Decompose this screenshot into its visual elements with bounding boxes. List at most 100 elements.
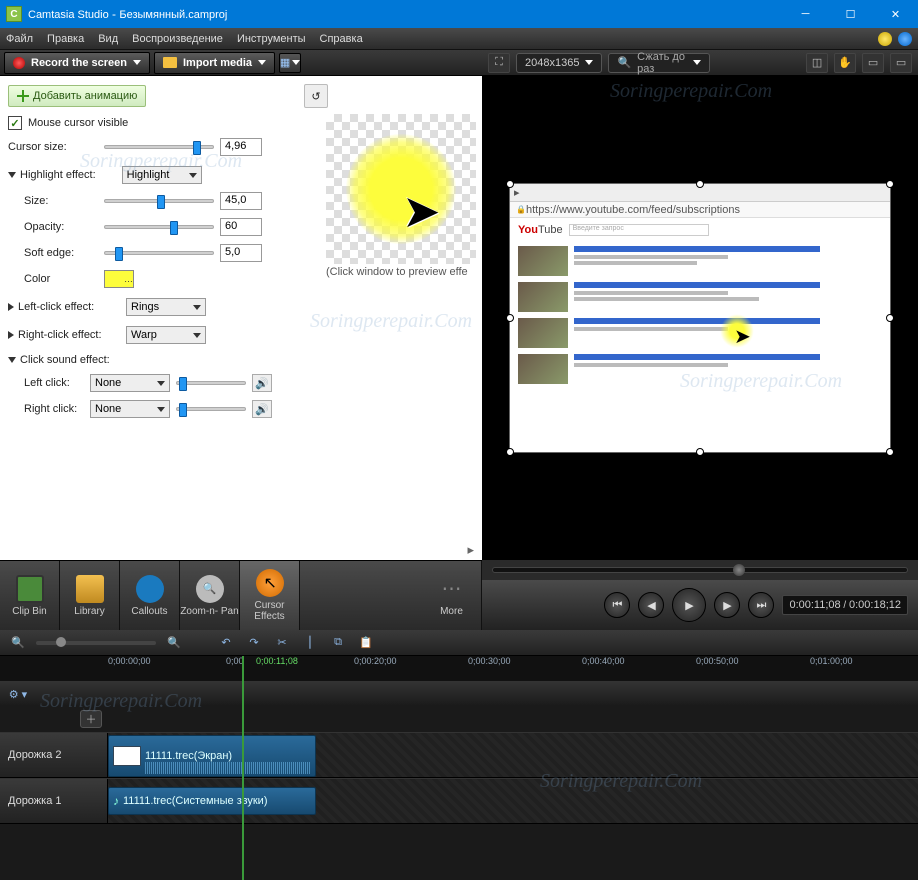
resize-handle[interactable] bbox=[506, 180, 514, 188]
rightclick-volume-slider[interactable] bbox=[176, 407, 246, 411]
leftclick-sound-label: Left click: bbox=[24, 377, 84, 389]
copy-button[interactable]: ⧉ bbox=[328, 634, 348, 652]
view1-icon[interactable]: ▭ bbox=[862, 53, 884, 73]
highlight-effect-dropdown[interactable]: Highlight bbox=[122, 166, 202, 184]
tab-library[interactable]: Library bbox=[60, 561, 120, 630]
paste-button[interactable]: 📋 bbox=[356, 634, 376, 652]
add-track-button[interactable]: ＋ bbox=[80, 710, 102, 728]
chevron-down-icon[interactable] bbox=[8, 357, 16, 363]
record-icon bbox=[13, 57, 25, 69]
gear-button[interactable]: ⚙ ▾ bbox=[8, 685, 28, 703]
youtube-logo: YouTube bbox=[518, 224, 563, 236]
tab-clipbin[interactable]: Clip Bin bbox=[0, 561, 60, 630]
play-button[interactable]: ▶ bbox=[672, 588, 706, 622]
speaker-icon[interactable]: 🔊 bbox=[252, 400, 272, 418]
fullscreen-icon[interactable]: ⛶ bbox=[488, 53, 510, 73]
cursor-size-label: Cursor size: bbox=[8, 141, 98, 153]
speaker-icon[interactable]: 🔊 bbox=[252, 374, 272, 392]
size-slider[interactable] bbox=[104, 199, 214, 203]
next-button[interactable]: ⏭ bbox=[748, 592, 774, 618]
leftclick-effect-dropdown[interactable]: Rings bbox=[126, 298, 206, 316]
list-item bbox=[518, 246, 882, 276]
minimize-button[interactable]: ─ bbox=[783, 0, 828, 28]
menu-file[interactable]: Файл bbox=[6, 33, 33, 45]
video-clip[interactable]: 11111.trec(Экран) bbox=[108, 735, 316, 777]
menu-playback[interactable]: Воспроизведение bbox=[132, 33, 223, 45]
effect-preview[interactable]: ➤ (Click window to preview effe bbox=[326, 114, 476, 278]
color-label: Color bbox=[24, 273, 98, 285]
menu-view[interactable]: Вид bbox=[98, 33, 118, 45]
resize-handle[interactable] bbox=[886, 180, 894, 188]
zoom-out-button[interactable]: 🔍 bbox=[8, 634, 28, 652]
reset-button[interactable]: ↺ bbox=[304, 84, 328, 108]
help-icon[interactable] bbox=[898, 32, 912, 46]
chevron-right-icon[interactable] bbox=[8, 303, 14, 311]
chevron-right-icon[interactable] bbox=[8, 331, 14, 339]
video-canvas[interactable]: ▸ 🔒 https://www.youtube.com/feed/subscri… bbox=[509, 183, 891, 453]
rightclick-sound-dropdown[interactable]: None bbox=[90, 400, 170, 418]
softedge-slider[interactable] bbox=[104, 251, 214, 255]
redo-button[interactable]: ↷ bbox=[244, 634, 264, 652]
menu-tools[interactable]: Инструменты bbox=[237, 33, 306, 45]
cursor-visible-checkbox[interactable]: ✓ bbox=[8, 116, 22, 130]
record-screen-button[interactable]: Record the screen bbox=[4, 52, 150, 74]
video-search-box: Введите запрос bbox=[569, 224, 709, 236]
import-media-button[interactable]: Import media bbox=[154, 52, 275, 74]
softedge-field[interactable]: 5,0 bbox=[220, 244, 262, 262]
shrink-dropdown[interactable]: 🔍Сжать до раз bbox=[608, 53, 710, 73]
resize-handle[interactable] bbox=[506, 314, 514, 322]
cursor-size-field[interactable]: 4,96 bbox=[220, 138, 262, 156]
rightclick-effect-dropdown[interactable]: Warp bbox=[126, 326, 206, 344]
chevron-down-icon[interactable] bbox=[8, 172, 16, 178]
tab-more[interactable]: ⋯More bbox=[422, 561, 482, 630]
step-back-button[interactable]: ◀ bbox=[638, 592, 664, 618]
add-animation-button[interactable]: Добавить анимацию bbox=[8, 85, 146, 107]
cut-button[interactable]: ✂ bbox=[272, 634, 292, 652]
highlight-effect-label: Highlight effect: bbox=[20, 169, 96, 181]
timeline-ruler[interactable]: 0;00:00;00 0;00 0;00:11;08 0;00:20;00 0;… bbox=[0, 656, 918, 682]
track-label[interactable]: Дорожка 2 bbox=[0, 733, 108, 777]
tab-zoom[interactable]: 🔍Zoom-n- Pan bbox=[180, 561, 240, 630]
dimensions-dropdown[interactable]: 2048x1365 bbox=[516, 53, 602, 73]
cursor-size-slider[interactable] bbox=[104, 145, 214, 149]
list-item bbox=[518, 282, 882, 312]
leftclick-volume-slider[interactable] bbox=[176, 381, 246, 385]
playhead[interactable] bbox=[242, 656, 244, 880]
maximize-button[interactable]: ☐ bbox=[828, 0, 873, 28]
split-button[interactable]: ⎮ bbox=[300, 634, 320, 652]
produce-button[interactable]: ▦ bbox=[279, 53, 301, 73]
undo-button[interactable]: ↶ bbox=[216, 634, 236, 652]
zoom-in-button[interactable]: 🔍 bbox=[164, 634, 184, 652]
menu-edit[interactable]: Правка bbox=[47, 33, 84, 45]
color-picker-button[interactable]: … bbox=[104, 270, 134, 288]
view2-icon[interactable]: ▭ bbox=[890, 53, 912, 73]
cursor-icon: ➤ bbox=[402, 184, 441, 238]
close-button[interactable]: ✕ bbox=[873, 0, 918, 28]
pan-icon[interactable]: ✋ bbox=[834, 53, 856, 73]
resize-handle[interactable] bbox=[886, 314, 894, 322]
seek-bar[interactable] bbox=[482, 560, 918, 580]
rightclick-sound-label: Right click: bbox=[24, 403, 84, 415]
resize-handle[interactable] bbox=[696, 180, 704, 188]
prev-button[interactable]: ⏮ bbox=[604, 592, 630, 618]
scroll-right-icon[interactable]: ▸ bbox=[0, 540, 482, 560]
track-label[interactable]: Дорожка 1 bbox=[0, 779, 108, 823]
crop-icon[interactable]: ◫ bbox=[806, 53, 828, 73]
menu-help[interactable]: Справка bbox=[320, 33, 363, 45]
resize-handle[interactable] bbox=[696, 448, 704, 456]
zoom-slider[interactable] bbox=[36, 641, 156, 645]
tab-cursor-effects[interactable]: Cursor Effects bbox=[240, 561, 300, 630]
cursor-visible-label: Mouse cursor visible bbox=[28, 117, 128, 129]
size-field[interactable]: 45,0 bbox=[220, 192, 262, 210]
audio-clip[interactable]: ♪ 11111.trec(Системные звуки) bbox=[108, 787, 316, 815]
step-fwd-button[interactable]: ▶ bbox=[714, 592, 740, 618]
opacity-slider[interactable] bbox=[104, 225, 214, 229]
opacity-field[interactable]: 60 bbox=[220, 218, 262, 236]
tab-callouts[interactable]: Callouts bbox=[120, 561, 180, 630]
tips-icon[interactable] bbox=[878, 32, 892, 46]
chevron-down-icon bbox=[258, 60, 266, 65]
resize-handle[interactable] bbox=[506, 448, 514, 456]
list-item bbox=[518, 318, 882, 348]
resize-handle[interactable] bbox=[886, 448, 894, 456]
leftclick-sound-dropdown[interactable]: None bbox=[90, 374, 170, 392]
